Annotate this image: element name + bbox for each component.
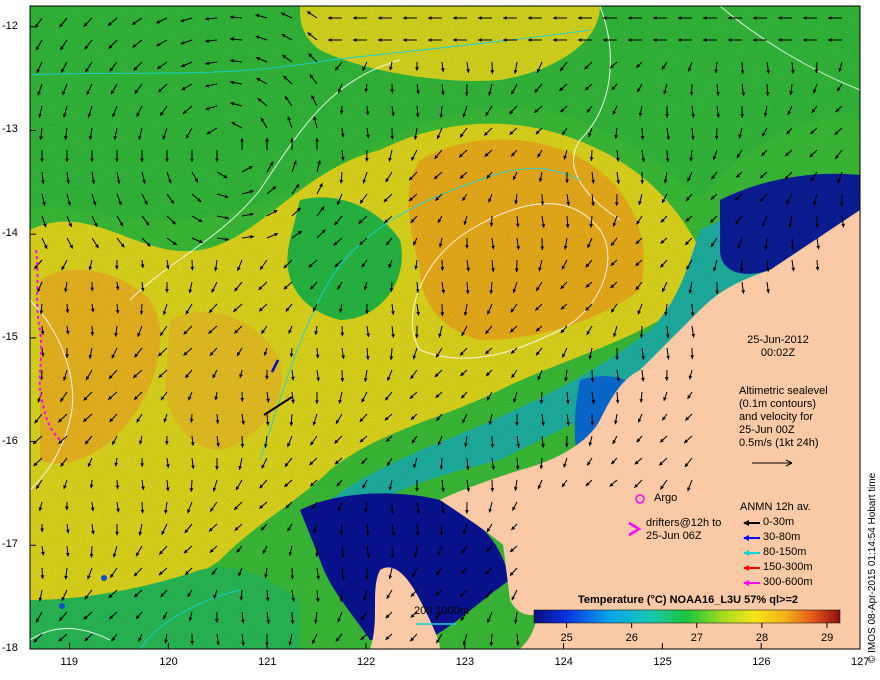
drifters-label: drifters@12h to 25-Jun 06Z [646, 517, 721, 543]
lat-tick-label: -18 [2, 642, 18, 654]
date-stamp: 25-Jun-2012 00:02Z [739, 334, 817, 360]
argo-label: Argo [654, 492, 678, 504]
drifters-line: 25-Jun 06Z [646, 530, 702, 542]
lat-tick-label: -17 [2, 538, 18, 551]
lat-tick-label: -13 [2, 123, 18, 136]
anmn-item: 30-80m [763, 531, 800, 543]
lon-tick-label: 123 [455, 656, 475, 668]
lat-tick-label: -12 [2, 19, 18, 32]
lat-tick-label: -15 [2, 330, 18, 343]
colorbar-tick-label: 27 [690, 632, 704, 644]
depth-legend-label: 200 1000m [414, 605, 470, 617]
anmn-item: 300-600m [763, 576, 813, 588]
colorbar-tick-label: 28 [755, 632, 769, 644]
anmn-title: ANMN 12h av. [740, 501, 811, 513]
lon-tick-label: 120 [159, 656, 178, 668]
anmn-item: 150-300m [763, 561, 813, 573]
colorbar-tick-label: 25 [560, 632, 573, 644]
anmn-item: 80-150m [763, 546, 806, 558]
anmn-item: 0-30m [763, 516, 794, 528]
lon-tick-label: 121 [258, 656, 277, 668]
anmn-item-label: 150-300m [763, 561, 813, 573]
credit-text: © IMOS 08-Apr-2015 01:14:54 Hobart time [867, 472, 878, 663]
lon-tick-label: 119 [60, 656, 79, 668]
anmn-item-label: 80-150m [763, 546, 807, 558]
anmn-item-label: 0-30m [763, 516, 795, 528]
lat-tick-label: -16 [2, 434, 18, 447]
altimetry-line: Altimetric sealevel [739, 385, 828, 397]
colorbar-tick-label: 26 [625, 632, 638, 644]
colorbar [533, 609, 841, 624]
altimetry-note: Altimetric sealevel (0.1m contours) and … [739, 385, 828, 450]
drifters-line: drifters@12h to [646, 517, 722, 529]
altimetry-line: 25-Jun 00Z [739, 424, 795, 436]
date-line-2: 00:02Z [760, 347, 796, 359]
altimetry-line: (0.1m contours) [739, 398, 817, 410]
altimetry-line: 0.5m/s (1kt 24h) [739, 437, 819, 449]
lon-tick-label: 122 [356, 656, 376, 668]
date-line-1: 25-Jun-2012 [747, 334, 809, 346]
anmn-item-label: 30-80m [763, 531, 801, 543]
lon-tick-label: 124 [554, 656, 573, 668]
lon-tick-label: 125 [653, 656, 672, 668]
lat-tick-label: -14 [2, 227, 18, 240]
colorbar-title: Temperature (°C) NOAA16_L3U 57% ql>=2 [578, 594, 798, 606]
lon-tick-label: 126 [752, 656, 771, 668]
colorbar-tick-label: 29 [820, 632, 834, 644]
anmn-item-label: 300-600m [763, 576, 813, 588]
altimetry-line: and velocity for [739, 411, 813, 423]
